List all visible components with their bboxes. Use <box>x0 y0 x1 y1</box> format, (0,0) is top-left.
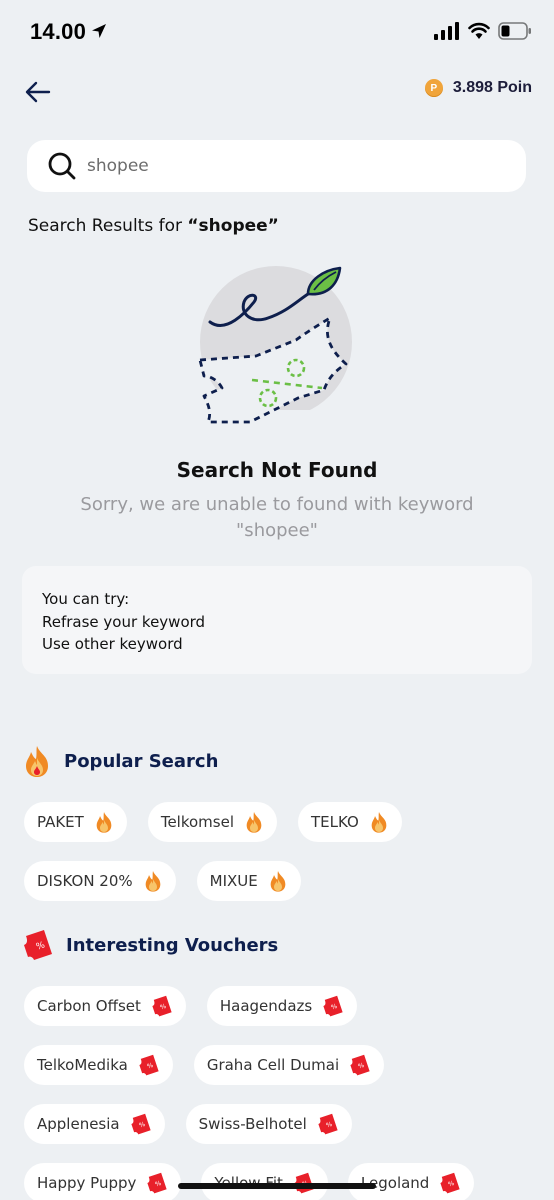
chip-label: Graha Cell Dumai <box>206 1056 340 1074</box>
voucher-icon: % <box>131 1113 151 1135</box>
voucher-chip[interactable]: TelkoMedika % <box>24 1045 173 1085</box>
fire-icon <box>26 746 48 777</box>
fire-icon <box>96 812 112 833</box>
voucher-chip[interactable]: Haagendazs % <box>206 986 358 1026</box>
interesting-vouchers-header: % Interesting Vouchers <box>22 928 278 962</box>
header: P 3.898 Poin <box>0 70 554 114</box>
fire-icon <box>145 871 160 892</box>
voucher-chip-row: TelkoMedika % Graha Cell Dumai % <box>24 1045 385 1085</box>
popular-chip[interactable]: MIXUE <box>196 861 301 901</box>
location-arrow-icon <box>92 24 106 38</box>
not-found-subtitle: Sorry, we are unable to found with keywo… <box>80 494 474 541</box>
wifi-icon <box>468 22 490 39</box>
fire-icon <box>246 812 262 833</box>
voucher-icon: % <box>152 995 172 1017</box>
results-prefix: Search Results for <box>28 216 188 236</box>
search-results-title: Search Results for “shopee” <box>28 216 279 236</box>
chip-label: Applenesia <box>37 1115 120 1133</box>
tips-card: You can try: Refrase your keyword Use ot… <box>22 566 532 674</box>
back-button[interactable] <box>22 76 54 108</box>
popular-chip[interactable]: Telkomsel <box>147 802 277 842</box>
chip-label: PAKET <box>37 813 84 831</box>
voucher-chip-row: Happy Puppy % Yellow Fit % Legoland % <box>24 1163 475 1200</box>
voucher-icon: % <box>440 1172 460 1194</box>
arrow-left-icon <box>25 81 51 103</box>
interesting-vouchers-title: Interesting Vouchers <box>66 934 279 956</box>
search-bar[interactable] <box>27 140 526 192</box>
empty-voucher-illustration <box>196 266 366 437</box>
points-text: 3.898 Poin <box>452 79 532 96</box>
voucher-chip-row: Carbon Offset % Haagendazs % <box>24 986 358 1026</box>
results-keyword: “shopee” <box>187 216 279 236</box>
voucher-icon: % <box>318 1113 338 1135</box>
tip-item: Use other keyword <box>42 635 183 653</box>
voucher-chip[interactable]: Carbon Offset % <box>24 986 186 1026</box>
search-icon <box>48 152 76 180</box>
voucher-chip[interactable]: Happy Puppy % <box>24 1163 182 1200</box>
fire-icon <box>270 871 286 892</box>
popular-chip[interactable]: DISKON 20% <box>24 861 176 901</box>
chip-label: TELKO <box>311 813 359 831</box>
tip-item: Refrase your keyword <box>42 612 206 631</box>
popular-search-title: Popular Search <box>64 750 219 772</box>
voucher-icon: % <box>24 930 52 960</box>
voucher-icon: % <box>350 1054 370 1076</box>
chip-label: Happy Puppy <box>37 1174 137 1192</box>
home-indicator[interactable] <box>178 1183 376 1189</box>
chip-label: DISKON 20% <box>37 872 133 890</box>
chip-label: Carbon Offset <box>37 997 141 1015</box>
points-balance[interactable]: P 3.898 Poin <box>424 79 532 97</box>
signal-icon <box>434 22 459 40</box>
popular-chip[interactable]: PAKET <box>24 802 127 842</box>
popular-chip-row: DISKON 20% MIXUE <box>24 861 301 901</box>
chip-label: Haagendazs <box>219 997 313 1015</box>
voucher-chip[interactable]: Swiss-Belhotel % <box>185 1104 352 1144</box>
popular-chip[interactable]: TELKO <box>298 802 402 842</box>
not-found-title: Search Not Found <box>176 458 378 482</box>
voucher-chip[interactable]: Graha Cell Dumai % <box>193 1045 385 1085</box>
voucher-chip[interactable]: Applenesia % <box>24 1104 165 1144</box>
chip-label: Telkomsel <box>160 813 234 831</box>
popular-chip-row: PAKET Telkomsel TELKO <box>24 802 402 842</box>
voucher-icon: % <box>323 995 343 1017</box>
chip-label: MIXUE <box>209 872 258 890</box>
voucher-chip[interactable]: Legoland % <box>347 1163 475 1200</box>
voucher-icon: % <box>139 1054 159 1076</box>
status-bar: 14.00 <box>0 0 554 66</box>
voucher-chip[interactable]: Yellow Fit % <box>201 1163 328 1200</box>
status-icons <box>434 22 532 40</box>
fire-icon <box>371 812 387 833</box>
coin-icon: P <box>424 79 443 97</box>
battery-icon <box>498 22 531 40</box>
popular-search-header: Popular Search <box>22 744 218 778</box>
voucher-chip-row: Applenesia % Swiss-Belhotel % <box>24 1104 352 1144</box>
chip-label: Swiss-Belhotel <box>198 1115 307 1133</box>
status-time: 14.00 <box>30 19 87 44</box>
tips-heading: You can try: <box>42 590 130 608</box>
voucher-icon: % <box>147 1172 167 1194</box>
search-input[interactable] <box>87 156 487 176</box>
chip-label: TelkoMedika <box>37 1056 128 1074</box>
